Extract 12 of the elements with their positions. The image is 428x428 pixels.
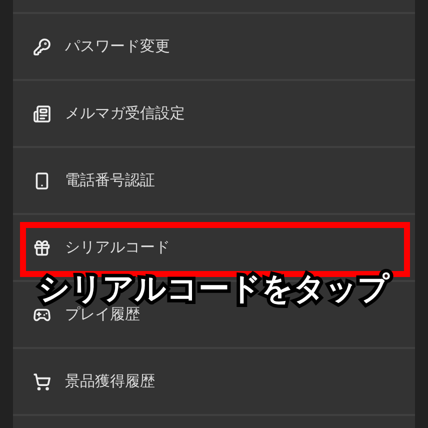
menu-label[interactable]: プレイ履歴 [65, 303, 140, 326]
key-icon [33, 38, 51, 56]
cart-icon [33, 372, 51, 390]
caption-text: シリアルコードをタップ [38, 274, 390, 305]
menu-label[interactable]: パスワード変更 [65, 35, 170, 58]
menu-label[interactable]: 景品獲得履歴 [65, 370, 155, 393]
newspaper-icon [33, 104, 51, 122]
smartphone-icon [33, 172, 51, 190]
menu-label[interactable]: シリアルコード [65, 236, 170, 259]
menu-label[interactable]: メルマガ受信設定 [65, 102, 185, 125]
gift-icon [33, 238, 51, 256]
menu-label[interactable]: 電話番号認証 [65, 169, 155, 192]
